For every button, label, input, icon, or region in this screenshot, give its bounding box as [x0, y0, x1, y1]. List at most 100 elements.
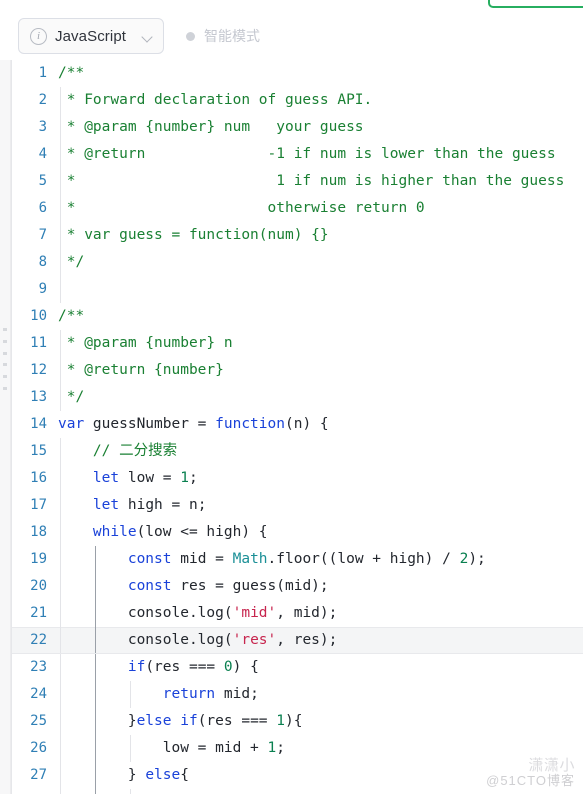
- splitter-grip-icon[interactable]: [3, 328, 7, 390]
- indent-guide: [94, 789, 96, 794]
- code-token: const: [127, 578, 172, 594]
- code-line-text: * 1 if num is higher than the guess: [58, 168, 583, 195]
- code-line[interactable]: 23 if(res === 0) {: [12, 654, 583, 681]
- code-line[interactable]: 20 const res = guess(mid);: [12, 573, 583, 600]
- code-line[interactable]: 21 console.log('mid', mid);: [12, 600, 583, 627]
- indent-guide: [129, 735, 131, 762]
- code-line-text: const mid = Math.floor((low + high) / 2)…: [58, 546, 583, 573]
- code-line[interactable]: 12 * @return {number}: [12, 357, 583, 384]
- line-number: 25: [30, 713, 47, 729]
- code-token: res = guess(mid);: [171, 578, 329, 594]
- code-line-text: let low = 1;: [58, 465, 583, 492]
- line-number: 28: [12, 789, 58, 794]
- code-lines-container[interactable]: 1 /** 2 * Forward declaration of guess API…: [12, 60, 583, 794]
- code-line[interactable]: 5 * 1 if num is higher than the guess: [12, 168, 583, 195]
- line-number: 14: [30, 416, 47, 432]
- line-number: 16: [30, 470, 47, 486]
- code-line[interactable]: 15 // 二分搜索: [12, 438, 583, 465]
- indent-guide: [60, 600, 61, 627]
- green-accent-control[interactable]: [488, 0, 583, 8]
- indent-guide: [60, 573, 61, 600]
- code-line[interactable]: 26 low = mid + 1;: [12, 735, 583, 762]
- code-line-text: low = mid + 1;: [58, 735, 583, 762]
- indent-guide: [60, 762, 61, 789]
- code-token: ;: [188, 470, 198, 486]
- line-number: 20: [30, 578, 47, 594]
- code-line[interactable]: 24 return mid;: [12, 681, 583, 708]
- code-line-text: while(low <= high) {: [58, 519, 583, 546]
- code-line[interactable]: 4 * @return -1 if num is lower than the …: [12, 141, 583, 168]
- code-line[interactable]: 18 while(low <= high) {: [12, 519, 583, 546]
- indent-guide: [94, 654, 96, 681]
- code-token: }: [58, 767, 146, 783]
- code-line-text: * Forward declaration of guess API.: [58, 87, 583, 114]
- code-line[interactable]: 1 /**: [12, 60, 583, 87]
- code-line-text: * @param {number} num your guess: [58, 114, 583, 141]
- code-token: * @param {number} n: [58, 335, 233, 351]
- line-number: 27: [30, 767, 47, 783]
- code-token: Math: [232, 551, 268, 567]
- code-token: return: [162, 686, 216, 702]
- code-line[interactable]: 25 }else if(res === 1){: [12, 708, 583, 735]
- indent-guide: [60, 627, 61, 654]
- code-token: {: [180, 767, 189, 783]
- code-token: /**: [58, 308, 85, 324]
- code-line[interactable]: 16 let low = 1;: [12, 465, 583, 492]
- indent-guide: [94, 600, 96, 627]
- code-line[interactable]: 10 /**: [12, 303, 583, 330]
- code-line[interactable]: 14 var guessNumber = function(n) {: [12, 411, 583, 438]
- line-number: 23: [30, 659, 47, 675]
- code-token: 1: [267, 740, 277, 756]
- code-token: 0: [223, 659, 233, 675]
- code-line[interactable]: 2 * Forward declaration of guess API.: [12, 87, 583, 114]
- code-token: mid =: [171, 551, 233, 567]
- code-line[interactable]: 27 } else{: [12, 762, 583, 789]
- code-editor[interactable]: 1 /** 2 * Forward declaration of guess API…: [11, 60, 583, 794]
- code-line[interactable]: 19 const mid = Math.floor((low + high) /…: [12, 546, 583, 573]
- indent-guide: [60, 492, 61, 519]
- code-token: console.log(: [58, 605, 233, 621]
- code-line-text: let high = n;: [58, 492, 583, 519]
- code-token: ){: [285, 713, 303, 729]
- code-line-text: * var guess = function(num) {}: [58, 222, 583, 249]
- code-line[interactable]: 9: [12, 276, 583, 303]
- indent-guide: [60, 465, 61, 492]
- code-line[interactable]: 13 */: [12, 384, 583, 411]
- smart-mode-label: 智能模式: [204, 28, 261, 44]
- code-token: let: [92, 470, 120, 486]
- status-dot-icon: [186, 31, 196, 41]
- indent-guide: [94, 546, 96, 573]
- code-line[interactable]: 28 high = mid - 1;: [12, 789, 583, 794]
- indent-guide: [94, 573, 96, 600]
- indent-guide: [60, 654, 61, 681]
- indent-guide: [94, 735, 96, 762]
- code-line[interactable]: 6 * otherwise return 0: [12, 195, 583, 222]
- line-number: 24: [30, 686, 47, 702]
- code-line-text: * @return -1 if num is lower than the gu…: [58, 141, 583, 168]
- code-line-text: }else if(res === 1){: [58, 708, 583, 735]
- code-line[interactable]: 7 * var guess = function(num) {}: [12, 222, 583, 249]
- code-line[interactable]: 17 let high = n;: [12, 492, 583, 519]
- editor-toolbar: i JavaScript 智能模式: [0, 12, 583, 60]
- code-token: }: [58, 713, 137, 729]
- language-selector[interactable]: i JavaScript: [18, 18, 165, 54]
- code-line[interactable]: 11 * @param {number} n: [12, 330, 583, 357]
- indent-guide: [60, 384, 61, 411]
- code-token: */: [58, 389, 85, 405]
- indent-guide: [60, 357, 61, 384]
- code-token: const: [127, 551, 172, 567]
- code-line[interactable]: 3 * @param {number} num your guess: [12, 114, 583, 141]
- indent-guide: [60, 249, 61, 276]
- panel-splitter[interactable]: [0, 60, 11, 794]
- code-line-text: console.log('mid', mid);: [58, 600, 583, 627]
- code-line-text: // 二分搜索: [58, 438, 583, 465]
- smart-mode-indicator[interactable]: 智能模式: [186, 26, 260, 46]
- code-line[interactable]: 8 */: [12, 249, 583, 276]
- line-number: 26: [30, 740, 47, 756]
- line-number: 5: [38, 173, 47, 189]
- code-line[interactable]: 22 console.log('res', res);: [12, 627, 583, 654]
- line-number: 19: [30, 551, 47, 567]
